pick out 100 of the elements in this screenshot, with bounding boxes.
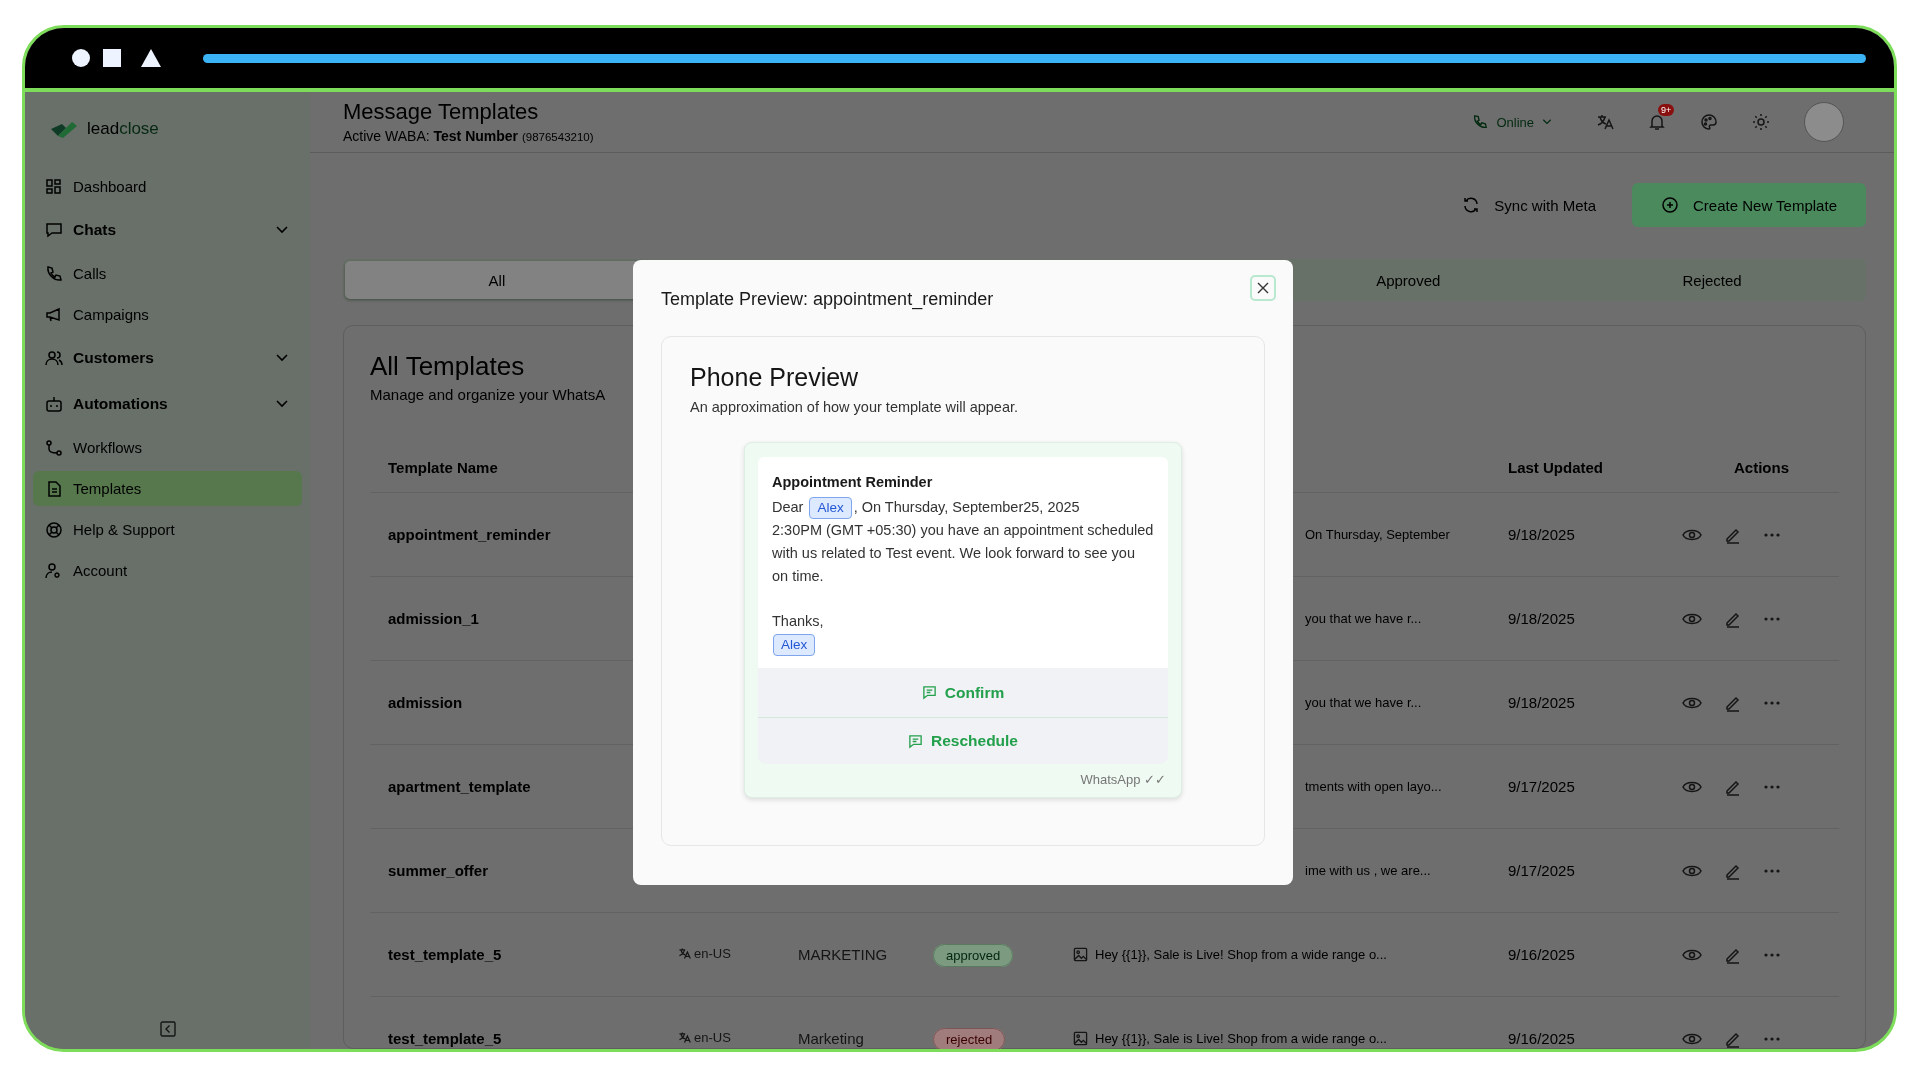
message-header: Appointment Reminder	[772, 473, 933, 492]
updated-date: 9/18/2025	[1508, 525, 1575, 543]
sidebar-item[interactable]: Templates	[33, 471, 302, 506]
category-cell: MARKETING	[798, 945, 888, 963]
template-name: test_template_5	[388, 1029, 502, 1047]
logo-icon	[49, 120, 79, 138]
phone-number: (9876543210)	[521, 130, 594, 143]
translate-icon[interactable]	[1596, 113, 1614, 131]
document-icon	[45, 479, 63, 498]
palette-icon[interactable]	[1700, 113, 1718, 131]
page-title: Message Templates	[343, 97, 539, 126]
view-icon[interactable]	[1682, 695, 1702, 710]
view-icon[interactable]	[1682, 611, 1702, 626]
status-dropdown[interactable]: Online	[1472, 114, 1552, 130]
sidebar-item[interactable]: Workflows	[33, 427, 302, 468]
chevron-down-icon	[276, 354, 288, 362]
more-icon[interactable]	[1764, 616, 1780, 621]
message-footer: WhatsApp ✓✓	[758, 772, 1168, 787]
more-icon[interactable]	[1764, 1036, 1780, 1041]
view-icon[interactable]	[1682, 863, 1702, 878]
view-icon[interactable]	[1682, 947, 1702, 962]
view-icon[interactable]	[1682, 527, 1702, 542]
waba-label: Active WABA: Test Number	[343, 127, 519, 144]
content-preview: Hey {{1}}, Sale is Live! Shop from a wide range o...	[1095, 1031, 1387, 1046]
grid-icon	[45, 177, 63, 196]
sidebar-item[interactable]: Dashboard	[33, 166, 302, 207]
refresh-icon	[1462, 196, 1481, 214]
preview-subtitle: An approximation of how your template will appear.	[690, 399, 1019, 415]
tab[interactable]: Approved	[1256, 261, 1561, 299]
card-subtitle: Manage and organize your WhatsA	[370, 385, 606, 405]
sidebar-item[interactable]: Help & Support	[33, 509, 302, 550]
template-name: summer_offer	[388, 861, 489, 879]
collapse-icon[interactable]	[159, 1021, 176, 1037]
sun-icon[interactable]	[1752, 113, 1770, 131]
updated-date: 9/17/2025	[1508, 861, 1575, 879]
robot-icon	[45, 395, 63, 413]
chevron-down-icon	[276, 400, 288, 408]
phone-icon	[45, 264, 63, 283]
lifebuoy-icon	[45, 520, 63, 539]
translate-icon	[678, 946, 691, 960]
column-header: Actions	[1733, 458, 1790, 476]
message-text: Thanks,	[772, 613, 824, 629]
sidebar-item[interactable]: Chats	[33, 207, 302, 253]
variable-chip: Alex	[773, 634, 816, 656]
image-icon	[1073, 1031, 1088, 1046]
more-icon[interactable]	[1764, 868, 1780, 873]
template-name: admission	[388, 693, 463, 711]
updated-date: 9/18/2025	[1508, 693, 1575, 711]
template-name: appointment_reminder	[388, 525, 551, 543]
view-icon[interactable]	[1682, 779, 1702, 794]
template-name: test_template_5	[388, 945, 502, 963]
sidebar-item[interactable]: Calls	[33, 253, 302, 294]
create-template-button[interactable]: Create New Template	[1632, 183, 1866, 227]
translate-icon	[678, 1030, 691, 1044]
more-icon[interactable]	[1764, 532, 1780, 537]
sidebar-item[interactable]: Automations	[33, 381, 302, 427]
bell-icon[interactable]	[1648, 113, 1666, 131]
column-header: Template Name	[387, 458, 499, 476]
quick-reply-button[interactable]: Reschedule	[758, 718, 1168, 764]
more-icon[interactable]	[1764, 952, 1780, 957]
megaphone-icon	[45, 305, 63, 324]
avatar[interactable]	[1804, 102, 1844, 142]
sidebar-item[interactable]: Customers	[33, 335, 302, 381]
dialog-title: Template Preview: appointment_reminder	[661, 289, 994, 310]
updated-date: 9/17/2025	[1508, 777, 1575, 795]
shapes-icon	[71, 47, 163, 69]
sync-button[interactable]: Sync with Meta	[1450, 183, 1608, 227]
chevron-down-icon	[276, 226, 288, 234]
more-icon[interactable]	[1764, 784, 1780, 789]
content-preview: Hey {{1}}, Sale is Live! Shop from a wide range o...	[1095, 947, 1387, 962]
sidebar-item[interactable]: Account	[33, 550, 302, 591]
language-cell: en-US	[678, 945, 731, 961]
tab[interactable]: Rejected	[1560, 261, 1864, 299]
language-cell: en-US	[678, 1029, 731, 1045]
content-preview: ime with us , we are...	[1305, 863, 1431, 878]
message-text: 2:30PM (GMT +05:30) you have an appointment scheduled with us related to Test event. We look forward to see you on time.	[772, 521, 1154, 586]
logo-text: leadclose	[87, 119, 159, 139]
preview-title: Phone Preview	[690, 362, 859, 393]
close-icon	[1257, 282, 1269, 294]
more-icon[interactable]	[1764, 700, 1780, 705]
view-icon[interactable]	[1682, 1031, 1702, 1046]
message-text: Dear	[772, 499, 804, 515]
user-gear-icon	[45, 561, 63, 580]
close-button[interactable]	[1250, 275, 1276, 301]
column-header: Last Updated	[1507, 458, 1604, 476]
status-badge: rejected	[933, 1027, 1006, 1049]
phone-icon	[1472, 114, 1489, 130]
updated-date: 9/18/2025	[1508, 609, 1575, 627]
variable-chip: Alex	[809, 497, 852, 519]
quick-reply-button[interactable]: Confirm	[758, 668, 1168, 718]
content-preview: you that we have r...	[1305, 695, 1422, 710]
content-preview: On Thursday, September	[1305, 527, 1450, 542]
sidebar-item[interactable]: Campaigns	[33, 294, 302, 335]
chevron-down-icon	[1542, 119, 1552, 125]
updated-date: 9/16/2025	[1508, 1029, 1575, 1047]
plus-circle-icon	[1661, 196, 1679, 214]
content-preview: tments with open layo...	[1305, 779, 1442, 794]
content-preview: you that we have r...	[1305, 611, 1422, 626]
template-name: apartment_template	[388, 777, 531, 795]
image-icon	[1073, 947, 1088, 962]
